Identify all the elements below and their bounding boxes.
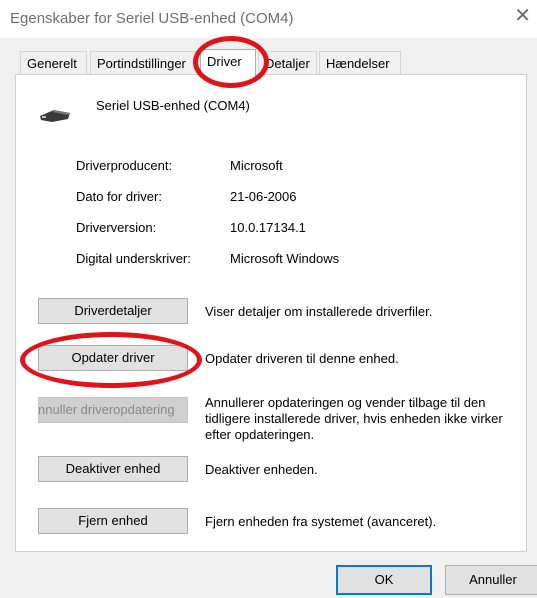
rollback-driver-button[interactable]: Annuller driveropdatering xyxy=(38,397,188,423)
window-title: Egenskaber for Seriel USB-enhed (COM4) xyxy=(10,10,294,27)
update-driver-button[interactable]: Opdater driver xyxy=(38,345,188,371)
tab-detaljer[interactable]: Detaljer xyxy=(258,51,317,74)
close-icon[interactable]: ✕ xyxy=(514,6,531,26)
update-driver-description: Opdater driveren til denne enhed. xyxy=(205,351,399,366)
rollback-driver-description: Annullerer opdateringen og vender tilbag… xyxy=(205,395,503,442)
tab-driver[interactable]: Driver xyxy=(200,49,256,76)
tab-strip: Generelt Portindstillinger Driver Detalj… xyxy=(0,49,537,76)
digital-signer-value: Microsoft Windows xyxy=(230,251,340,266)
driver-provider-label: Driverproducent: xyxy=(76,158,173,173)
uninstall-device-button[interactable]: Fjern enhed xyxy=(38,508,188,534)
driver-version-label: Driverversion: xyxy=(76,220,157,235)
digital-signer-label: Digital underskriver: xyxy=(76,251,191,266)
disable-device-description: Deaktiver enheden. xyxy=(205,462,318,477)
tab-portindstillinger[interactable]: Portindstillinger xyxy=(90,51,198,74)
driver-date-label: Dato for driver: xyxy=(76,189,162,204)
disable-device-button[interactable]: Deaktiver enhed xyxy=(38,456,188,482)
driver-details-description: Viser detaljer om installerede driverfil… xyxy=(205,304,433,319)
cancel-button[interactable]: Annuller xyxy=(445,565,537,595)
driver-provider-value: Microsoft xyxy=(230,158,283,173)
driver-date-value: 21-06-2006 xyxy=(230,189,297,204)
uninstall-device-description: Fjern enheden fra systemet (avanceret). xyxy=(205,514,437,529)
title-bar: Egenskaber for Seriel USB-enhed (COM4) ✕ xyxy=(0,0,537,38)
ok-button[interactable]: OK xyxy=(336,565,432,595)
tab-haendelser[interactable]: Hændelser xyxy=(319,51,401,74)
driver-version-value: 10.0.17134.1 xyxy=(230,220,306,235)
device-name: Seriel USB-enhed (COM4) xyxy=(96,98,250,113)
tab-generelt[interactable]: Generelt xyxy=(20,51,87,74)
driver-details-button[interactable]: Driverdetaljer xyxy=(38,298,188,324)
usb-serial-device-icon xyxy=(38,104,74,127)
